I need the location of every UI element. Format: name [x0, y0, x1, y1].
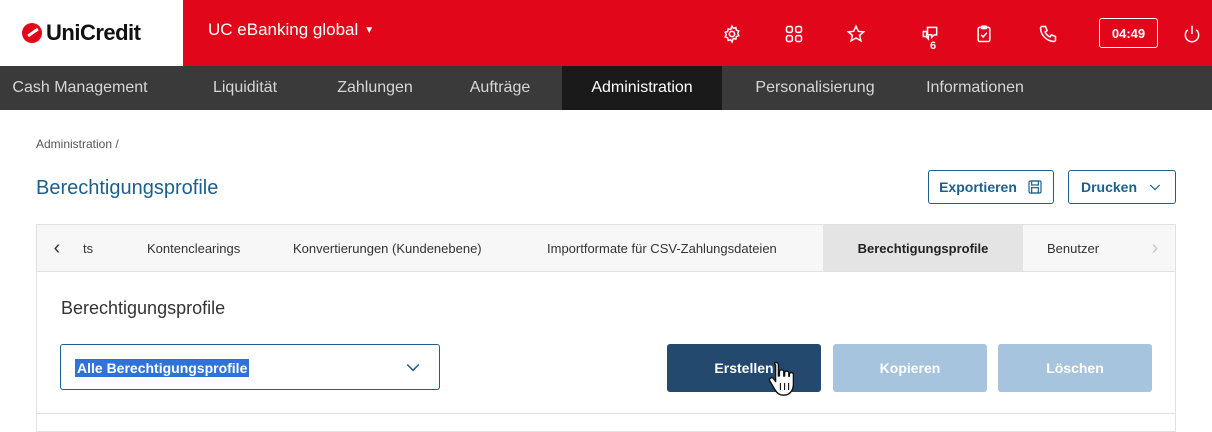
- power-icon[interactable]: [1180, 22, 1204, 46]
- caret-down-icon: ▼: [364, 24, 375, 36]
- page-title: Berechtigungsprofile: [36, 177, 219, 199]
- chevron-down-icon: [1149, 184, 1161, 191]
- gear-icon[interactable]: [720, 22, 744, 46]
- unicredit-logo[interactable]: UniCredit: [0, 0, 183, 66]
- save-icon: [1028, 180, 1042, 194]
- create-button[interactable]: Erstellen: [667, 344, 821, 392]
- logo-mark-icon: [22, 23, 42, 43]
- star-icon[interactable]: [844, 22, 868, 46]
- nav-item-administration[interactable]: Administration: [562, 66, 722, 110]
- message-count-badge: 6: [930, 40, 937, 52]
- divider: [36, 413, 1176, 414]
- export-label: Exportieren: [939, 179, 1017, 195]
- session-timer[interactable]: 04:49: [1099, 18, 1158, 48]
- app-title: UC eBanking global: [208, 20, 359, 39]
- logo-text: UniCredit: [46, 20, 141, 45]
- nav-item-liquiditaet[interactable]: Liquidität: [190, 66, 300, 110]
- nav-item-personalisierung[interactable]: Personalisierung: [740, 66, 890, 110]
- main-nav: Cash Management Liquidität Zahlungen Auf…: [0, 66, 1212, 110]
- nav-item-zahlungen[interactable]: Zahlungen: [320, 66, 430, 110]
- profile-filter-select[interactable]: Alle Berechtigungsprofile: [60, 344, 440, 390]
- tab-berechtigungsprofile[interactable]: Berechtigungsprofile: [823, 225, 1023, 271]
- breadcrumb[interactable]: Administration /: [36, 137, 119, 151]
- chevron-right-icon[interactable]: ›: [1135, 225, 1175, 271]
- select-value: Alle Berechtigungsprofile: [75, 359, 250, 377]
- nav-item-informationen[interactable]: Informationen: [910, 66, 1040, 110]
- chevron-left-icon[interactable]: ‹: [37, 225, 77, 271]
- nav-item-cash-management[interactable]: Cash Management: [0, 66, 160, 110]
- copy-button[interactable]: Kopieren: [833, 344, 987, 392]
- nav-item-auftraege[interactable]: Aufträge: [450, 66, 550, 110]
- hand-cursor-icon: [768, 361, 794, 396]
- apps-grid-icon[interactable]: [782, 22, 806, 46]
- tab-partial[interactable]: ts: [83, 225, 93, 271]
- tab-importformate[interactable]: Importformate für CSV-Zahlungsdateien: [547, 225, 777, 271]
- clipboard-icon[interactable]: [972, 22, 996, 46]
- tab-kontenclearings[interactable]: Kontenclearings: [147, 225, 240, 271]
- print-label: Drucken: [1080, 179, 1138, 195]
- print-button[interactable]: Drucken: [1068, 170, 1176, 204]
- export-button[interactable]: Exportieren: [928, 170, 1054, 204]
- section-title: Berechtigungsprofile: [61, 298, 226, 318]
- phone-icon[interactable]: [1036, 22, 1060, 46]
- app-switcher[interactable]: UC eBanking global ▼: [208, 20, 374, 40]
- chevron-down-icon: [406, 363, 420, 372]
- tab-benutzer[interactable]: Benutzer: [1047, 225, 1099, 271]
- top-header: UniCredit UC eBanking global ▼ 6 04:49: [0, 0, 1212, 66]
- tab-strip: ‹ ts Kontenclearings Konvertierungen (Ku…: [36, 224, 1176, 272]
- delete-button[interactable]: Löschen: [998, 344, 1152, 392]
- tab-konvertierungen[interactable]: Konvertierungen (Kundenebene): [293, 225, 482, 271]
